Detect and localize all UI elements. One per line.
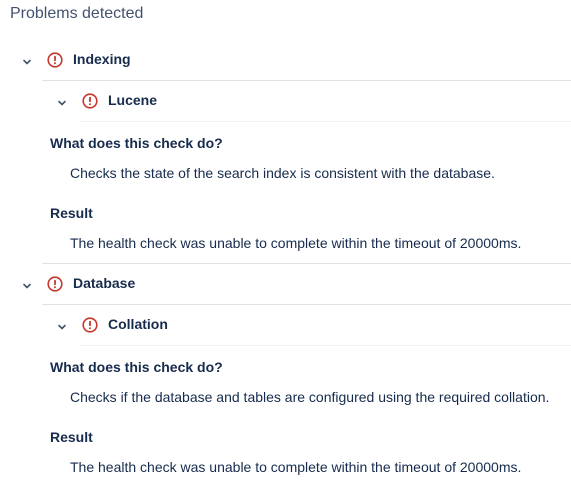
error-icon <box>47 276 63 292</box>
result-heading: Result <box>50 429 93 445</box>
what-text: Checks if the database and tables are co… <box>70 389 550 405</box>
chevron-down-icon[interactable] <box>22 281 32 291</box>
divider <box>42 304 571 305</box>
check-title-collation: Collation <box>108 316 168 332</box>
what-text: Checks the state of the search index is … <box>70 165 495 181</box>
result-heading: Result <box>50 205 93 221</box>
result-text: The health check was unable to complete … <box>70 459 522 475</box>
check-header-lucene[interactable]: Lucene <box>55 92 555 117</box>
check-header-collation[interactable]: Collation <box>55 316 555 341</box>
result-text: The health check was unable to complete … <box>70 235 522 251</box>
group-header-indexing[interactable]: Indexing <box>20 51 560 76</box>
chevron-down-icon[interactable] <box>57 98 67 108</box>
error-icon <box>82 93 98 109</box>
divider <box>42 80 571 81</box>
check-title-lucene: Lucene <box>108 92 158 108</box>
divider <box>80 121 571 122</box>
chevron-down-icon[interactable] <box>57 322 67 332</box>
divider <box>80 345 571 346</box>
error-icon <box>47 52 63 68</box>
divider <box>42 263 571 264</box>
chevron-down-icon[interactable] <box>22 57 32 67</box>
group-header-database[interactable]: Database <box>20 275 560 300</box>
health-check-page: Problems detected Indexing Lucene What d… <box>0 0 571 487</box>
group-title-database: Database <box>73 275 136 291</box>
error-icon <box>82 317 98 333</box>
page-title: Problems detected <box>10 5 144 22</box>
group-title-indexing: Indexing <box>73 51 131 67</box>
what-heading: What does this check do? <box>50 135 223 151</box>
what-heading: What does this check do? <box>50 359 223 375</box>
